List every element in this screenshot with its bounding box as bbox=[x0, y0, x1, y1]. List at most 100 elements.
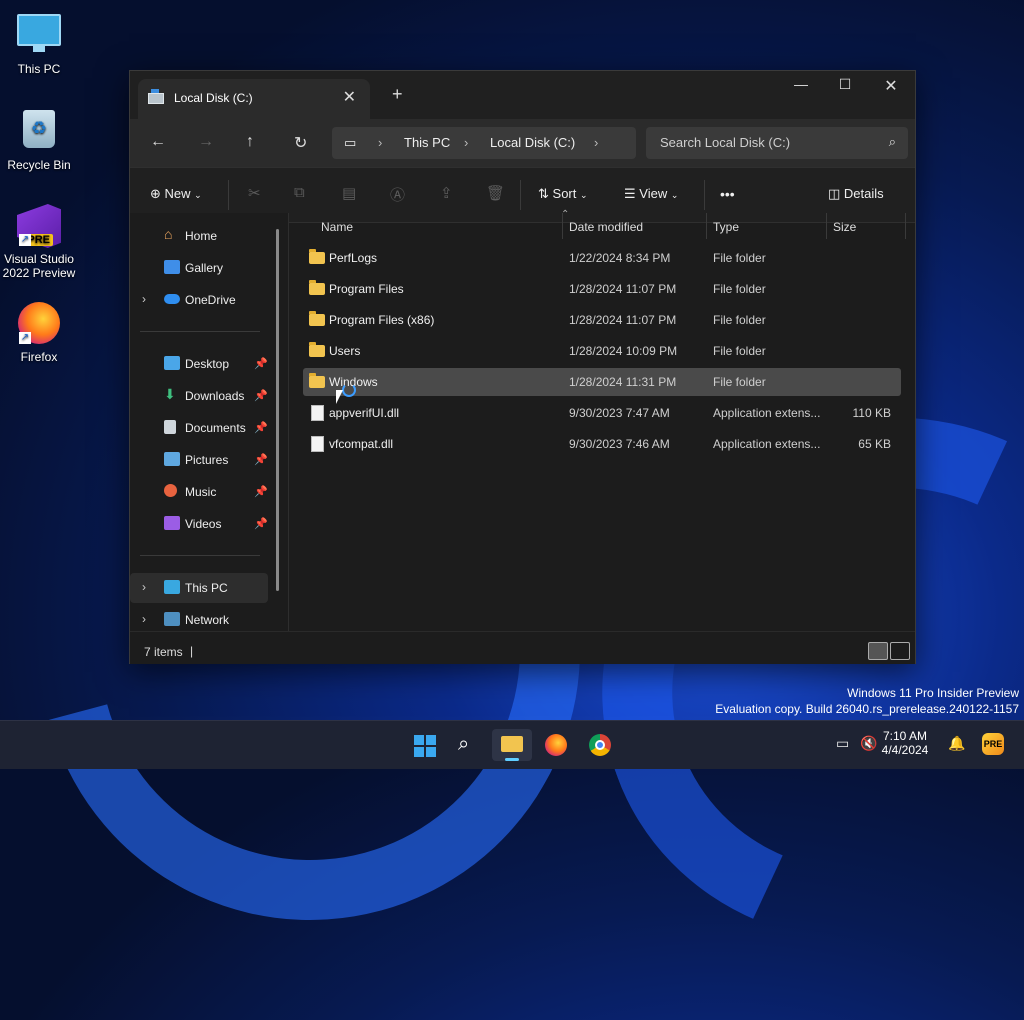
details-button[interactable]: ◫ Details bbox=[828, 186, 884, 202]
clock[interactable]: 7:10 AM 4/4/2024 bbox=[880, 729, 930, 757]
start-button[interactable] bbox=[404, 729, 444, 761]
column-size[interactable]: Size bbox=[833, 220, 856, 234]
navigation-pane: ⌂ Home Gallery › OneDrive Desktop 📌 ⬇ Do… bbox=[130, 213, 288, 631]
paste-icon[interactable]: ▤ bbox=[342, 184, 356, 202]
table-row[interactable]: Program Files (x86) 1/28/2024 11:07 PM F… bbox=[303, 306, 901, 334]
item-count: 7 items bbox=[144, 645, 183, 659]
table-row[interactable]: Program Files 1/28/2024 11:07 PM File fo… bbox=[303, 275, 901, 303]
sidebar-item-music[interactable]: Music 📌 bbox=[130, 477, 268, 507]
breadcrumb-local-disk[interactable]: Local Disk (C:) bbox=[490, 135, 575, 150]
file-date: 1/28/2024 11:31 PM bbox=[569, 375, 677, 389]
tab-local-disk[interactable]: Local Disk (C:) ✕ bbox=[138, 79, 370, 119]
view-list-icon: ☰ bbox=[624, 186, 636, 201]
sidebar-item-desktop[interactable]: Desktop 📌 bbox=[130, 349, 268, 379]
file-date: 1/22/2024 8:34 PM bbox=[569, 251, 671, 265]
pin-icon[interactable]: 📌 bbox=[254, 389, 268, 402]
tiles-view-icon[interactable] bbox=[890, 642, 910, 660]
desktop-icon-visual-studio[interactable]: PRE ↗ Visual Studio 2022 Preview bbox=[0, 204, 78, 280]
table-row[interactable]: PerfLogs 1/22/2024 8:34 PM File folder bbox=[303, 244, 901, 272]
column-divider[interactable] bbox=[905, 213, 906, 239]
chrome-taskbar-button[interactable] bbox=[580, 729, 620, 761]
chevron-right-icon[interactable]: › bbox=[142, 612, 146, 626]
watermark-line-1: Windows 11 Pro Insider Preview bbox=[847, 686, 1019, 700]
pin-icon[interactable]: 📌 bbox=[254, 421, 268, 434]
drive-icon bbox=[148, 89, 164, 104]
column-divider[interactable] bbox=[826, 213, 827, 239]
firefox-taskbar-button[interactable] bbox=[536, 729, 576, 761]
sidebar-item-downloads[interactable]: ⬇ Downloads 📌 bbox=[130, 381, 268, 411]
column-name[interactable]: Name bbox=[321, 220, 353, 234]
close-button[interactable]: ✕ bbox=[868, 76, 914, 96]
desktop-icon-label: Recycle Bin bbox=[7, 158, 71, 172]
chevron-right-icon[interactable]: › bbox=[142, 580, 146, 594]
taskbar: ⌕ ▭ 🔇 7:10 AM 4/4/2024 🔔 PRE bbox=[0, 720, 1024, 769]
new-tab-button[interactable]: + bbox=[392, 84, 403, 105]
desktop-icon-recycle-bin[interactable]: Recycle Bin bbox=[0, 108, 78, 172]
desktop-icon-firefox[interactable]: ↗ Firefox bbox=[0, 302, 78, 364]
forward-button[interactable]: → bbox=[198, 133, 214, 151]
volume-muted-icon[interactable]: 🔇 bbox=[860, 735, 877, 752]
breadcrumb-this-pc[interactable]: This PC bbox=[404, 135, 450, 150]
music-icon bbox=[164, 484, 177, 497]
minimize-button[interactable]: — bbox=[778, 76, 824, 92]
desktop-icon-label: Firefox bbox=[20, 350, 58, 364]
up-button[interactable]: ↑ bbox=[246, 133, 254, 151]
file-name: vfcompat.dll bbox=[329, 437, 394, 451]
more-options-button[interactable]: ••• bbox=[720, 186, 735, 202]
file-size: 110 KB bbox=[852, 406, 891, 420]
file-name: Users bbox=[329, 344, 361, 358]
column-divider[interactable] bbox=[562, 213, 563, 239]
table-row[interactable]: Users 1/28/2024 10:09 PM File folder bbox=[303, 337, 901, 365]
table-row[interactable]: Windows 1/28/2024 11:31 PM File folder bbox=[303, 368, 901, 396]
view-button[interactable]: ☰ View ⌄ bbox=[624, 186, 678, 202]
desktop-icon-this-pc[interactable]: This PC bbox=[0, 10, 78, 76]
table-row[interactable]: appverifUI.dll 9/30/2023 7:47 AM Applica… bbox=[303, 399, 901, 427]
share-icon[interactable]: ⇪ bbox=[440, 184, 453, 202]
sidebar-item-onedrive[interactable]: › OneDrive bbox=[130, 285, 268, 315]
folder-icon bbox=[309, 249, 325, 264]
search-button[interactable]: ⌕ bbox=[448, 729, 488, 761]
chevron-right-icon[interactable]: › bbox=[464, 135, 468, 150]
chevron-right-icon[interactable]: › bbox=[142, 292, 146, 306]
pin-icon[interactable]: 📌 bbox=[254, 485, 268, 498]
sidebar-item-pictures[interactable]: Pictures 📌 bbox=[130, 445, 268, 475]
back-button[interactable]: ← bbox=[150, 133, 166, 151]
column-divider[interactable] bbox=[706, 213, 707, 239]
chevron-right-icon[interactable]: › bbox=[594, 135, 598, 150]
details-view-icon[interactable] bbox=[868, 642, 888, 660]
sidebar-item-home[interactable]: ⌂ Home bbox=[130, 221, 268, 251]
delete-icon[interactable]: 🗑 bbox=[486, 184, 505, 202]
sidebar-item-videos[interactable]: Videos 📌 bbox=[130, 509, 268, 539]
address-bar[interactable]: ▭ › This PC › Local Disk (C:) › bbox=[332, 127, 636, 159]
sidebar-scrollbar[interactable] bbox=[276, 229, 279, 591]
refresh-button[interactable]: ↻ bbox=[294, 133, 307, 153]
rename-icon[interactable]: Ⓐ bbox=[390, 184, 405, 205]
cut-icon[interactable]: ✂ bbox=[248, 184, 261, 202]
column-date-modified[interactable]: Date modified bbox=[569, 220, 643, 234]
copilot-pre-icon[interactable]: PRE bbox=[982, 733, 1004, 755]
sort-label: Sort bbox=[552, 186, 577, 201]
pin-icon[interactable]: 📌 bbox=[254, 453, 268, 466]
copy-icon[interactable]: ⧉ bbox=[294, 184, 305, 201]
file-size: 65 KB bbox=[858, 437, 891, 451]
display-network-icon[interactable]: ▭ bbox=[836, 735, 849, 752]
new-button[interactable]: ⊕ New ⌄ bbox=[150, 186, 202, 202]
chevron-right-icon[interactable]: › bbox=[378, 135, 382, 150]
column-type[interactable]: Type bbox=[713, 220, 739, 234]
address-bar-row: ← → ↑ ↻ ▭ › This PC › Local Disk (C:) › … bbox=[130, 119, 915, 167]
sidebar-item-documents[interactable]: Documents 📌 bbox=[130, 413, 268, 443]
search-box[interactable]: Search Local Disk (C:) ⌕ bbox=[646, 127, 908, 159]
sidebar-item-label: Pictures bbox=[185, 453, 229, 467]
tab-close-icon[interactable]: ✕ bbox=[343, 87, 356, 107]
file-type: File folder bbox=[713, 282, 766, 296]
pin-icon[interactable]: 📌 bbox=[254, 357, 268, 370]
sidebar-item-gallery[interactable]: Gallery bbox=[130, 253, 268, 283]
tab-label: Local Disk (C:) bbox=[174, 91, 253, 105]
sort-button[interactable]: ⇅ Sort ⌄ bbox=[538, 186, 588, 202]
sidebar-item-this-pc[interactable]: › This PC bbox=[130, 573, 268, 603]
maximize-button[interactable]: ☐ bbox=[822, 76, 868, 93]
notification-bell-icon[interactable]: 🔔 bbox=[948, 735, 965, 752]
table-row[interactable]: vfcompat.dll 9/30/2023 7:46 AM Applicati… bbox=[303, 430, 901, 458]
file-explorer-taskbar-button[interactable] bbox=[492, 729, 532, 761]
pin-icon[interactable]: 📌 bbox=[254, 517, 268, 530]
